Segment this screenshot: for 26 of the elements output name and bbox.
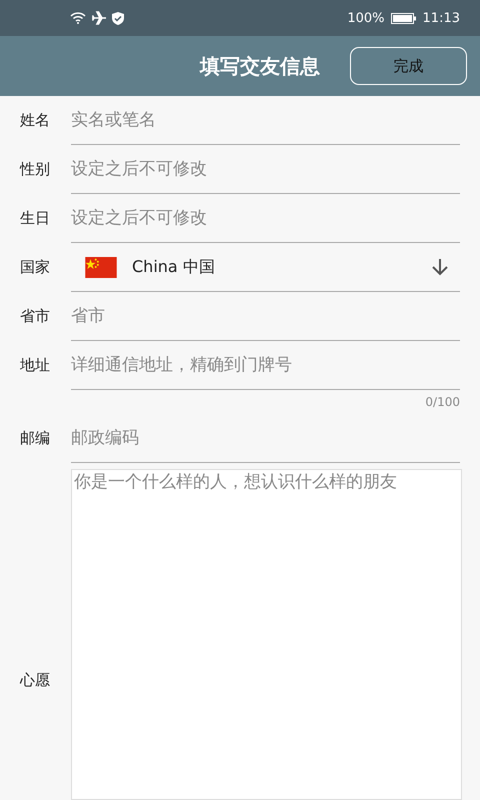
wifi-icon bbox=[70, 12, 86, 24]
field-label: 姓名 bbox=[19, 111, 51, 130]
battery-icon bbox=[390, 12, 417, 24]
text-area[interactable]: 你是一个什么样的人，想认识什么样的朋友 bbox=[71, 469, 462, 800]
clock: 11:13 bbox=[422, 10, 460, 26]
field-label: 心愿 bbox=[18, 671, 51, 690]
input-field[interactable]: 设定之后不可修改 bbox=[71, 145, 460, 194]
field-label: 省市 bbox=[19, 307, 51, 326]
field-label: 生日 bbox=[19, 209, 51, 228]
input-field[interactable]: 省市 bbox=[71, 292, 460, 341]
input-field[interactable]: 详细通信地址，精确到门牌号 bbox=[71, 341, 460, 390]
country-select[interactable]: China 中国 bbox=[71, 243, 460, 292]
battery-percent: 100% bbox=[347, 10, 385, 26]
page-title: 填写交友信息 bbox=[200, 52, 320, 80]
down-arrow-icon bbox=[430, 257, 450, 277]
field-label: 地址 bbox=[19, 356, 51, 375]
character-counter: 0/100 bbox=[425, 394, 460, 411]
input-field[interactable]: 设定之后不可修改 bbox=[71, 194, 460, 243]
input-field[interactable]: 邮政编码 bbox=[71, 414, 460, 463]
shield-icon bbox=[112, 12, 124, 24]
done-button[interactable]: 完成 bbox=[350, 47, 467, 85]
field-label: 邮编 bbox=[19, 429, 51, 448]
field-label: 国家 bbox=[19, 258, 51, 277]
input-field[interactable]: 实名或笔名 bbox=[71, 96, 460, 145]
field-label: 性别 bbox=[18, 160, 51, 179]
airplane-icon bbox=[92, 11, 106, 25]
